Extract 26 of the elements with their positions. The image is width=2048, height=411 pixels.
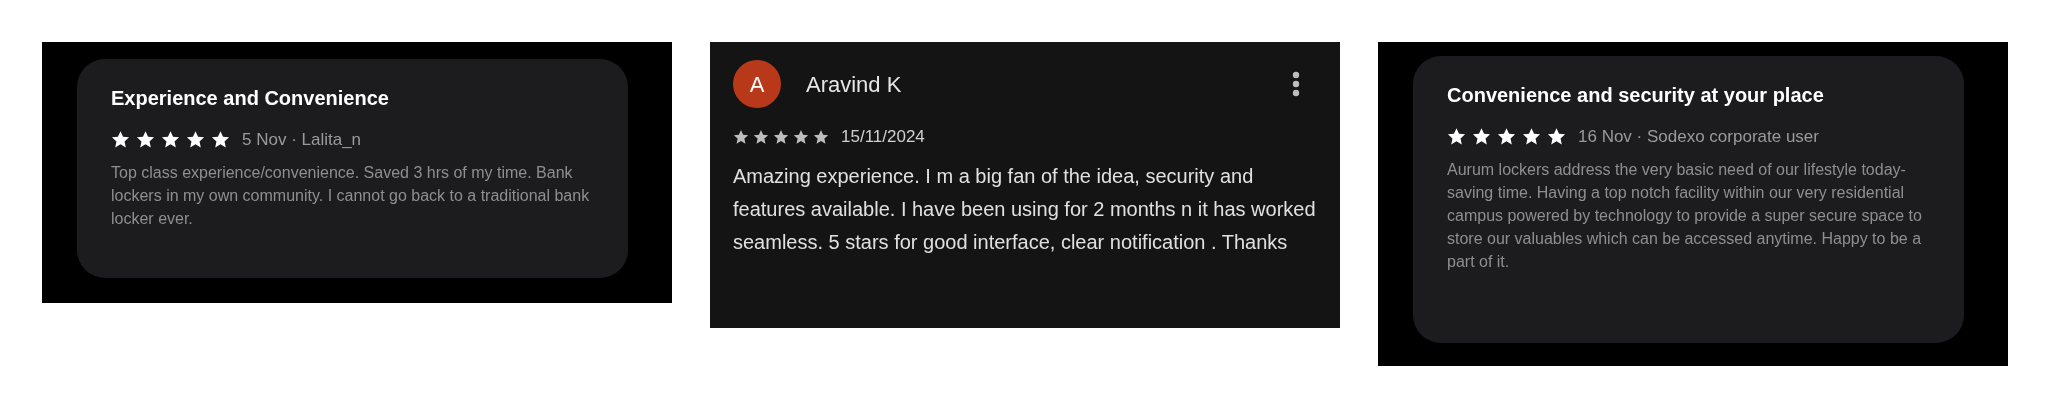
review-body: Aurum lockers address the very basic need of our lifestyle today- saving time. Having a top notch facility within our very residential campus powered by technology to provide a super secure space to store our valuables which can be accessed anytime. Happy to be a part of it. (1447, 159, 1923, 272)
star-icon (1472, 127, 1491, 147)
star-icon (813, 128, 829, 145)
review-date: 15/11/2024 (841, 126, 925, 148)
star-icon (773, 128, 789, 145)
star-icon (1447, 127, 1466, 147)
star-icon (111, 130, 130, 150)
star-icon (1547, 127, 1566, 147)
avatar: A (733, 60, 781, 108)
review-title: Convenience and security at your place (1447, 83, 1825, 108)
star-icon (733, 128, 749, 145)
review-meta: 16 Nov · Sodexo corporate user (1578, 126, 1819, 148)
star-icon (161, 130, 180, 150)
star-icon (186, 130, 205, 150)
star-icon (136, 130, 155, 150)
star-icon (753, 128, 769, 145)
review-body: Top class experience/convenience. Saved 3 hrs of my time. Bank lockers in my own community. I cannot go back to a traditional bank locker ever. (111, 162, 591, 229)
star-icon (1497, 127, 1516, 147)
star-icon (211, 130, 230, 150)
star-icon (793, 128, 809, 145)
more-options-icon[interactable] (1292, 71, 1300, 97)
review-body: Amazing experience. I m a big fan of the idea, security and features available. I have been using for 2 months n it has worked seamless. 5 stars for good interface, clear notification . Thanks (733, 163, 1317, 255)
review-title: Experience and Convenience (111, 86, 390, 111)
reviewer-name: Aravind K (806, 70, 902, 99)
star-icon (1522, 127, 1541, 147)
review-meta: 5 Nov · Lalita_n (242, 129, 362, 151)
